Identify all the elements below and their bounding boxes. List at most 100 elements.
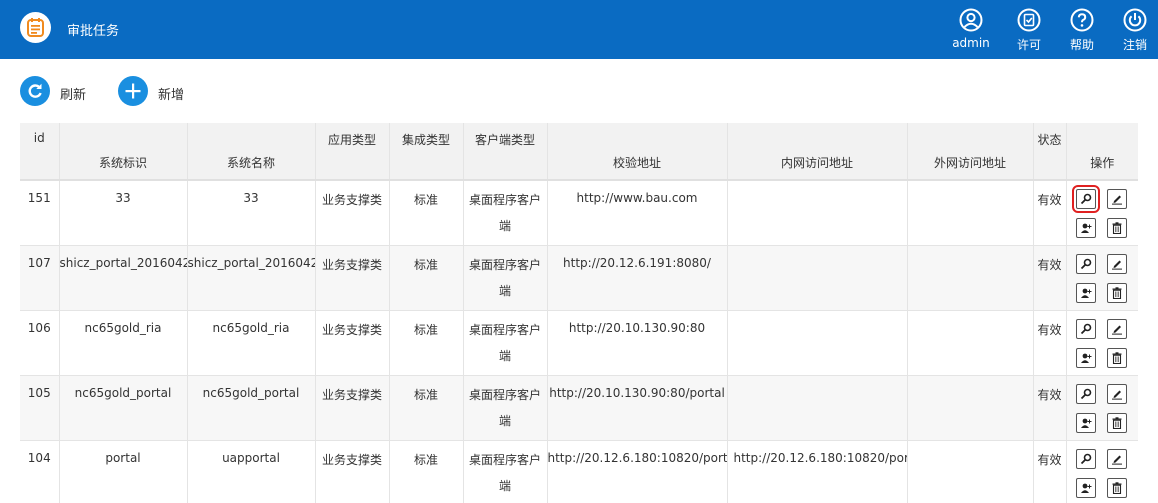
edit-icon [1111,455,1122,465]
user-label: admin [952,36,990,50]
assign-user-button[interactable] [1075,412,1096,433]
col-header-id[interactable]: id [20,123,60,180]
user-add-icon [1080,353,1092,363]
trash-icon [1112,416,1122,429]
assign-user-button[interactable] [1075,477,1096,498]
delete-button[interactable] [1106,218,1127,238]
cell-client-type: 桌面程序客户端 [463,245,548,311]
delete-button[interactable] [1106,412,1127,433]
trash-icon [1112,222,1122,234]
cell-ops [1066,375,1138,441]
authorize-button[interactable] [1071,185,1100,213]
cell-extranet-url [907,440,1034,503]
edit-button[interactable] [1106,448,1127,469]
key-icon [1080,258,1092,269]
cell-extranet-url [907,245,1034,311]
edit-button[interactable] [1106,383,1127,404]
task-table: id 系统标识 系统名称 应用类型 集成类型 客户端类型 校验地址 内网访问地址… [20,123,1138,503]
cell-verify-url: http://20.10.130.90:80/portal [547,375,728,441]
plus-icon [118,76,148,106]
cell-client-type: 桌面程序客户端 [463,440,548,503]
cell-status: 有效 [1033,245,1067,311]
authorize-button[interactable] [1075,318,1096,339]
col-header-sys-id[interactable]: 系统标识 [59,123,188,180]
cell-intranet-url: http://20.12.6.180:10820/portal [727,440,908,503]
table-row[interactable]: 106 nc65gold_ria nc65gold_ria 业务支撑类 标准 桌… [20,310,1138,376]
authorize-button[interactable] [1075,383,1096,404]
edit-icon [1111,195,1122,205]
table-row[interactable]: 105 nc65gold_portal nc65gold_portal 业务支撑… [20,375,1138,441]
cell-intranet-url [727,375,908,441]
cell-ops [1066,440,1138,503]
cell-sys-name: uapportal [187,440,316,503]
authorize-button[interactable] [1075,448,1096,469]
cell-ops [1066,310,1138,376]
cell-status: 有效 [1033,375,1067,441]
delete-button[interactable] [1106,477,1127,498]
cell-status: 有效 [1033,310,1067,376]
user-button[interactable]: admin [950,8,992,56]
add-label: 新增 [158,88,185,103]
help-label: 帮助 [1069,38,1094,52]
user-add-icon [1080,288,1092,298]
cell-sys-id: portal [59,440,188,503]
user-icon [959,8,983,32]
col-header-verify-url[interactable]: 校验地址 [547,123,728,180]
cell-intranet-url [727,180,908,246]
add-button[interactable]: 新增 [118,76,198,106]
col-header-status[interactable]: 状态 [1033,123,1067,180]
refresh-icon [20,76,50,106]
col-header-sys-name[interactable]: 系统名称 [187,123,316,180]
refresh-label: 刷新 [60,88,87,103]
cell-status: 有效 [1033,180,1067,246]
cell-ops [1066,245,1138,311]
cell-extranet-url [907,310,1034,376]
cell-sys-id: nc65gold_portal [59,375,188,441]
logout-button[interactable]: 注销 [1119,8,1151,56]
cell-sys-name: nc65gold_ria [187,310,316,376]
license-icon [1017,8,1041,32]
cell-sys-name: shicz_portal_20160421 [187,245,316,311]
delete-button[interactable] [1106,347,1127,368]
logout-label: 注销 [1122,38,1147,52]
power-icon [1123,8,1147,32]
col-header-app-type[interactable]: 应用类型 [315,123,390,180]
cell-sys-id: shicz_portal_20160421 [59,245,188,311]
col-header-extranet-url[interactable]: 外网访问地址 [907,123,1034,180]
cell-intranet-url [727,245,908,311]
col-header-intranet-url[interactable]: 内网访问地址 [727,123,908,180]
cell-verify-url: http://20.12.6.180:10820/portal [547,440,728,503]
authorize-button[interactable] [1075,253,1096,274]
cell-sys-name: 33 [187,180,316,246]
trash-icon [1112,351,1122,364]
key-icon [1080,323,1092,334]
delete-button[interactable] [1106,282,1127,303]
cell-client-type: 桌面程序客户端 [463,180,548,246]
table-row[interactable]: 107 shicz_portal_20160421 shicz_portal_2… [20,245,1138,311]
cell-id: 106 [20,310,60,376]
table-row[interactable]: 104 portal uapportal 业务支撑类 标准 桌面程序客户端 ht… [20,440,1138,503]
trash-icon [1112,481,1122,494]
edit-button[interactable] [1106,318,1127,339]
cell-id: 105 [20,375,60,441]
cell-sys-id: 33 [59,180,188,246]
cell-verify-url: http://www.bau.com [547,180,728,246]
help-button[interactable]: 帮助 [1066,8,1098,56]
assign-user-button[interactable] [1075,282,1096,303]
license-button[interactable]: 许可 [1013,8,1045,56]
cell-int-type: 标准 [389,310,464,376]
assign-user-button[interactable] [1075,218,1096,238]
cell-client-type: 桌面程序客户端 [463,375,548,441]
table-row[interactable]: 151 33 33 业务支撑类 标准 桌面程序客户端 http://www.ba… [20,180,1138,246]
edit-button[interactable] [1106,189,1127,209]
col-header-client-type[interactable]: 客户端类型 [463,123,548,180]
user-add-icon [1080,418,1092,428]
col-header-int-type[interactable]: 集成类型 [389,123,464,180]
help-icon [1070,8,1094,32]
cell-verify-url: http://20.12.6.191:8080/ [547,245,728,311]
refresh-button[interactable]: 刷新 [20,76,100,106]
edit-button[interactable] [1106,253,1127,274]
cell-ops [1066,180,1138,246]
cell-verify-url: http://20.10.130.90:80 [547,310,728,376]
assign-user-button[interactable] [1075,347,1096,368]
